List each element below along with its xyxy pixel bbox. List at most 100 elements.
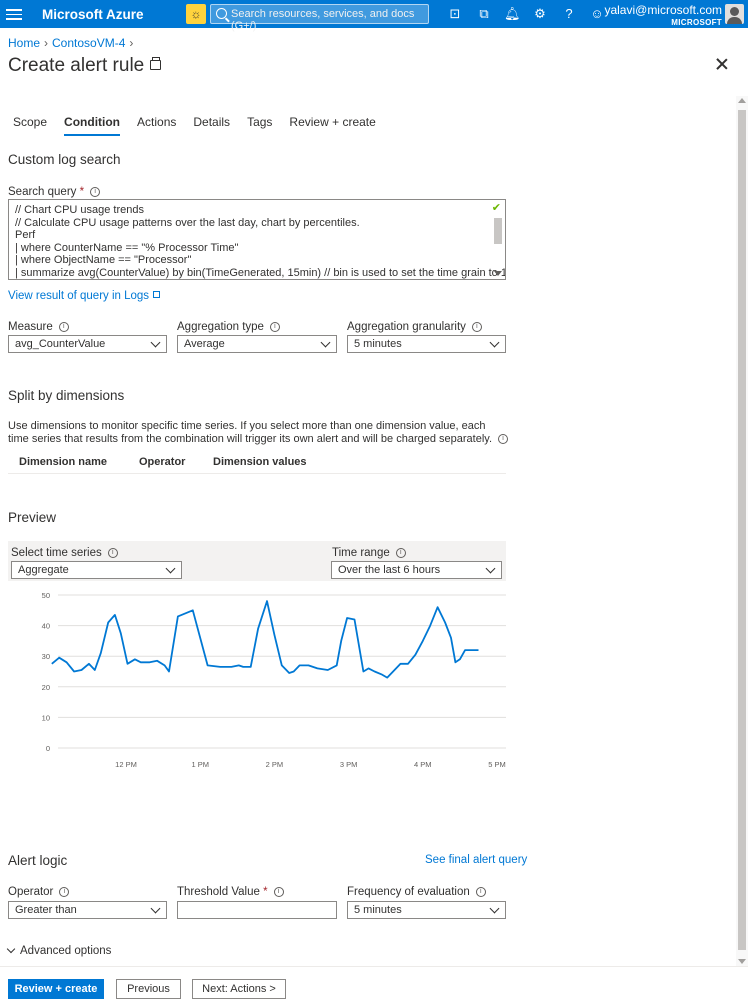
info-icon[interactable]: i (58, 321, 69, 332)
global-search-input[interactable]: Search resources, services, and docs (G+… (210, 4, 429, 32)
x-tick-label: 4 PM (414, 760, 432, 769)
frequency-label: Frequency of evaluation i (347, 886, 486, 898)
tab-scope[interactable]: Scope (13, 115, 47, 135)
next-actions-button[interactable]: Next: Actions > (192, 979, 286, 999)
preview-chart-svg: 0 10 20 30 40 50 12 PM 1 PM 2 PM 3 PM 4 PM 5 PM (42, 591, 506, 769)
operator-value: Greater than (15, 904, 77, 916)
aggregation-granularity-select[interactable]: 5 minutes (347, 335, 506, 353)
avatar[interactable] (725, 4, 744, 24)
series-line-aggregate (51, 600, 479, 679)
query-line: // Chart CPU usage trends (15, 204, 145, 216)
split-description: Use dimensions to monitor specific time … (8, 420, 509, 446)
breadcrumb-resource[interactable]: ContosoVM-4 (52, 36, 125, 50)
preview-heading: Preview (8, 510, 57, 525)
aggregation-granularity-label: Aggregation granularity i (347, 321, 482, 333)
y-tick-label: 40 (42, 622, 50, 631)
measure-label-text: Measure (8, 321, 53, 333)
page-scrollbar[interactable] (736, 96, 748, 966)
time-series-select[interactable]: Aggregate (11, 561, 182, 579)
aggregation-value: Average (184, 338, 225, 350)
operator-select[interactable]: Greater than (8, 901, 167, 919)
column-header-dimension-name: Dimension name (19, 456, 108, 468)
chevron-down-icon (485, 563, 496, 574)
alert-logic-heading: Alert logic (8, 853, 68, 868)
required-mark: * (79, 186, 85, 198)
aggregation-type-select[interactable]: Average (177, 335, 337, 353)
time-range-label: Time range i (332, 547, 406, 559)
scrollbar-thumb[interactable] (738, 110, 746, 950)
notifications-icon[interactable]: 🔔︎ (504, 6, 521, 22)
tab-condition[interactable]: Condition (64, 115, 120, 136)
info-icon[interactable]: i (107, 547, 118, 558)
time-range-value: Over the last 6 hours (338, 564, 441, 576)
settings-gear-icon[interactable]: ⚙ (532, 6, 548, 22)
directory-filter-icon[interactable]: ⧉ (476, 6, 492, 22)
query-line: // Calculate CPU usage patterns over the… (15, 216, 360, 229)
measure-select[interactable]: avg_CounterValue (8, 335, 167, 353)
info-icon[interactable]: i (269, 321, 280, 332)
close-icon[interactable] (716, 58, 728, 70)
aggregation-label-text: Aggregation type (177, 321, 264, 333)
time-series-value: Aggregate (18, 564, 69, 576)
aggregation-type-label: Aggregation type i (177, 321, 280, 333)
info-icon[interactable]: i (90, 186, 101, 197)
info-icon[interactable]: i (59, 886, 70, 897)
x-tick-label: 1 PM (191, 760, 209, 769)
info-icon[interactable]: i (395, 547, 406, 558)
feedback-smiley-icon[interactable]: ☺ (589, 6, 605, 22)
wizard-tabs: Scope Condition Actions Details Tags Rev… (13, 115, 393, 136)
breadcrumb-home[interactable]: Home (8, 36, 40, 50)
chevron-down-icon (150, 337, 161, 348)
tab-details[interactable]: Details (193, 115, 230, 135)
dimensions-table-header: Dimension name Operator Dimension values (8, 450, 506, 474)
scroll-up-icon[interactable] (738, 98, 746, 103)
view-query-link-text: View result of query in Logs (8, 290, 150, 302)
chevron-down-icon (150, 903, 161, 914)
see-final-alert-query-link[interactable]: See final alert query (425, 854, 527, 866)
bug-icon[interactable]: ☼ (186, 4, 206, 24)
time-series-label-text: Select time series (11, 547, 102, 559)
scroll-down-icon[interactable] (494, 271, 502, 276)
x-tick-label: 3 PM (340, 760, 358, 769)
time-range-select[interactable]: Over the last 6 hours (331, 561, 502, 579)
search-query-label: Search query * i (8, 186, 101, 198)
x-tick-label: 5 PM (488, 760, 506, 769)
search-query-editor[interactable]: // Chart CPU usage trends // Calculate C… (8, 199, 506, 280)
chevron-down-icon (6, 944, 16, 954)
custom-log-heading: Custom log search (8, 152, 121, 167)
scroll-down-icon[interactable] (738, 959, 746, 964)
measure-value: avg_CounterValue (15, 338, 106, 350)
print-icon[interactable] (150, 57, 161, 70)
tab-actions[interactable]: Actions (137, 115, 176, 135)
advanced-options-toggle[interactable]: Advanced options (6, 944, 111, 957)
previous-button[interactable]: Previous (116, 979, 181, 999)
account-info[interactable]: yalavi@microsoft.com MICROSOFT (604, 3, 722, 27)
cloud-shell-icon[interactable]: ⊡ (447, 6, 463, 22)
query-scrollbar[interactable] (493, 216, 503, 278)
help-icon[interactable]: ? (561, 6, 577, 22)
review-create-button[interactable]: Review + create (8, 979, 104, 999)
query-line: Perf (15, 229, 36, 242)
info-icon[interactable]: i (498, 434, 509, 445)
threshold-input[interactable] (177, 901, 337, 919)
info-icon[interactable]: i (471, 321, 482, 332)
preview-controls: Select time series i Aggregate Time range… (8, 541, 506, 581)
view-query-in-logs-link[interactable]: View result of query in Logs (8, 290, 161, 302)
tab-tags[interactable]: Tags (247, 115, 272, 135)
query-line: | summarize avg(CounterValue) by bin(Tim… (15, 266, 506, 279)
x-tick-label: 2 PM (266, 760, 284, 769)
time-range-label-text: Time range (332, 547, 390, 559)
frequency-select[interactable]: 5 minutes (347, 901, 506, 919)
split-description-text: Use dimensions to monitor specific time … (8, 420, 493, 445)
query-line: | where CounterName == "% Processor Time… (15, 241, 239, 254)
top-bar: Microsoft Azure ☼ Search resources, serv… (0, 0, 748, 32)
split-dimensions-heading: Split by dimensions (8, 388, 125, 403)
chevron-down-icon (165, 563, 176, 574)
tab-review-create[interactable]: Review + create (289, 115, 375, 135)
info-icon[interactable]: i (475, 886, 486, 897)
brand-title[interactable]: Microsoft Azure (42, 7, 144, 22)
user-org: MICROSOFT (671, 18, 722, 27)
info-icon[interactable]: i (273, 886, 284, 897)
footer-bar: Review + create Previous Next: Actions > (0, 966, 748, 999)
menu-icon[interactable] (6, 6, 22, 22)
